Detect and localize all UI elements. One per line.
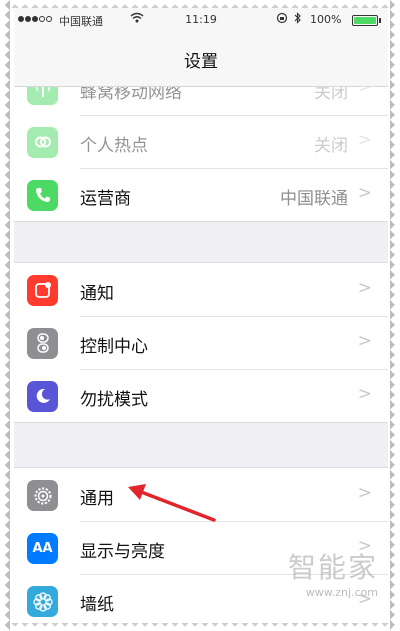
- phone-icon: [27, 180, 58, 211]
- aa-icon: AA: [27, 533, 58, 564]
- chevron-right-icon: >: [357, 384, 372, 404]
- settings-row-value: 关闭: [314, 136, 348, 156]
- battery-icon: [352, 15, 381, 26]
- settings-row-do-not-disturb[interactable]: 勿扰模式 >: [14, 369, 388, 422]
- photo-border-right: [390, 0, 400, 631]
- settings-row-value: 中国联通: [280, 189, 348, 209]
- chevron-right-icon: >: [357, 331, 372, 351]
- signal-dot: [32, 16, 38, 22]
- wifi-icon: [130, 12, 144, 26]
- settings-row-label: 运营商: [80, 189, 131, 209]
- battery-level-fill: [354, 17, 376, 24]
- hotspot-chain-icon: [27, 127, 58, 158]
- bluetooth-icon: [294, 12, 302, 27]
- settings-row-control-center[interactable]: 控制中心 >: [14, 316, 388, 369]
- signal-dot: [25, 16, 31, 22]
- battery-percentage: 100%: [310, 13, 342, 26]
- settings-row-carrier[interactable]: 运营商 中国联通 >: [14, 168, 388, 221]
- photo-border-top: [0, 0, 400, 8]
- watermark-logo: 智能家: [287, 551, 378, 584]
- phone-screen: 中国联通 11:19 100% 设置 蜂窝移动网络 关闭 > 个人热点 关闭 >…: [14, 8, 388, 623]
- settings-row-label: 勿扰模式: [80, 390, 148, 410]
- settings-row-label: 控制中心: [80, 337, 148, 357]
- navigation-bar: 设置: [14, 32, 388, 87]
- signal-dot: [39, 16, 45, 22]
- notification-icon: [27, 275, 58, 306]
- signal-dot: [18, 16, 24, 22]
- settings-row-label: 通用: [80, 489, 114, 509]
- rotation-lock-icon: [276, 12, 288, 27]
- photo-border-bottom: [0, 623, 400, 631]
- control-center-icon: [27, 328, 58, 359]
- red-arrow-annotation: [128, 484, 216, 522]
- settings-group-system: 通知 > 控制中心 > 勿扰模式 >: [14, 262, 388, 423]
- photo-border-left: [0, 0, 10, 631]
- chevron-right-icon: >: [357, 278, 372, 298]
- settings-row-label: 墙纸: [80, 595, 114, 615]
- moon-icon: [27, 381, 58, 412]
- settings-row-personal-hotspot[interactable]: 个人热点 关闭 >: [14, 115, 388, 168]
- signal-strength-icon: [18, 16, 52, 22]
- settings-row-label: 通知: [80, 284, 114, 304]
- chevron-right-icon: >: [357, 130, 372, 150]
- chevron-right-icon: >: [357, 483, 372, 503]
- chevron-right-icon: >: [357, 183, 372, 203]
- settings-row-label: 显示与亮度: [80, 542, 165, 562]
- settings-row-notifications[interactable]: 通知 >: [14, 263, 388, 316]
- watermark: 智能家 www.znj.com: [288, 546, 378, 599]
- status-time: 11:19: [185, 13, 217, 26]
- watermark-url: www.znj.com: [305, 586, 378, 599]
- gear-icon: [27, 480, 58, 511]
- flower-icon: [27, 586, 58, 617]
- page-title: 设置: [184, 52, 218, 72]
- settings-row-label: 个人热点: [80, 136, 148, 156]
- signal-dot: [46, 16, 52, 22]
- carrier-name: 中国联通: [59, 15, 103, 28]
- status-bar: 中国联通 11:19 100%: [14, 8, 388, 32]
